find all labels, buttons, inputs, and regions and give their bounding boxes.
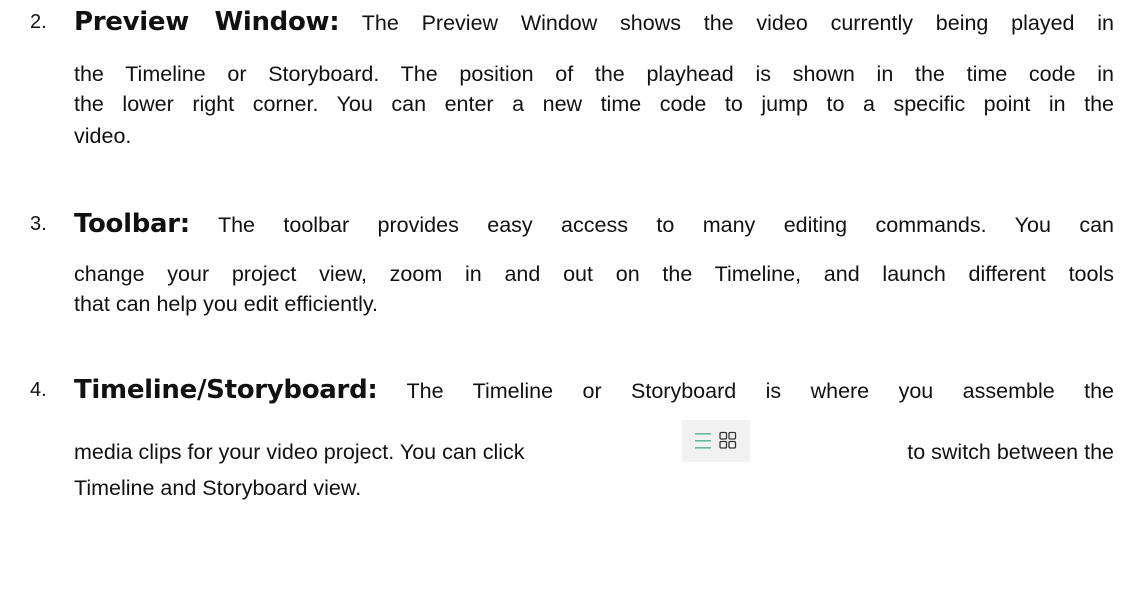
item-heading: Toolbar: [74, 209, 190, 239]
item-text: to switch between the [907, 440, 1114, 464]
item-lead-line: Timeline/Storyboard: The Timeline or Sto… [74, 376, 1114, 405]
item-lead-line: Preview Window: The Preview Window shows… [74, 8, 1114, 37]
item-text-line: Timeline and Storyboard view. [74, 476, 362, 500]
item-lead-line: Toolbar: The toolbar provides easy acces… [74, 210, 1114, 239]
item-text-line-with-icon: media clips for your video project. You … [74, 420, 1114, 466]
list-view-icon [694, 431, 737, 449]
item-text: The toolbar provides easy access to many… [217, 213, 1114, 237]
item-text-line: the lower right corner. You can enter a … [74, 92, 1114, 116]
view-toggle-icons [681, 420, 750, 462]
item-text-line: that can help you edit efficiently. [74, 292, 378, 316]
grid-view-icon [719, 431, 737, 449]
item-text: media clips for your video project. You … [74, 440, 525, 464]
item-heading: Timeline/Storyboard: [74, 375, 378, 405]
item-heading: Preview Window: [74, 7, 340, 37]
item-text-line: the Timeline or Storyboard. The position… [74, 62, 1114, 86]
item-number: 4. [30, 379, 47, 401]
item-number: 3. [30, 213, 47, 235]
item-text: The Timeline or Storyboard is where you … [406, 379, 1114, 403]
item-number: 2. [30, 11, 47, 33]
item-text-line: video. [74, 124, 132, 148]
item-text: The Preview Window shows the video curre… [361, 11, 1115, 35]
item-text-line: change your project view, zoom in and ou… [74, 262, 1114, 286]
